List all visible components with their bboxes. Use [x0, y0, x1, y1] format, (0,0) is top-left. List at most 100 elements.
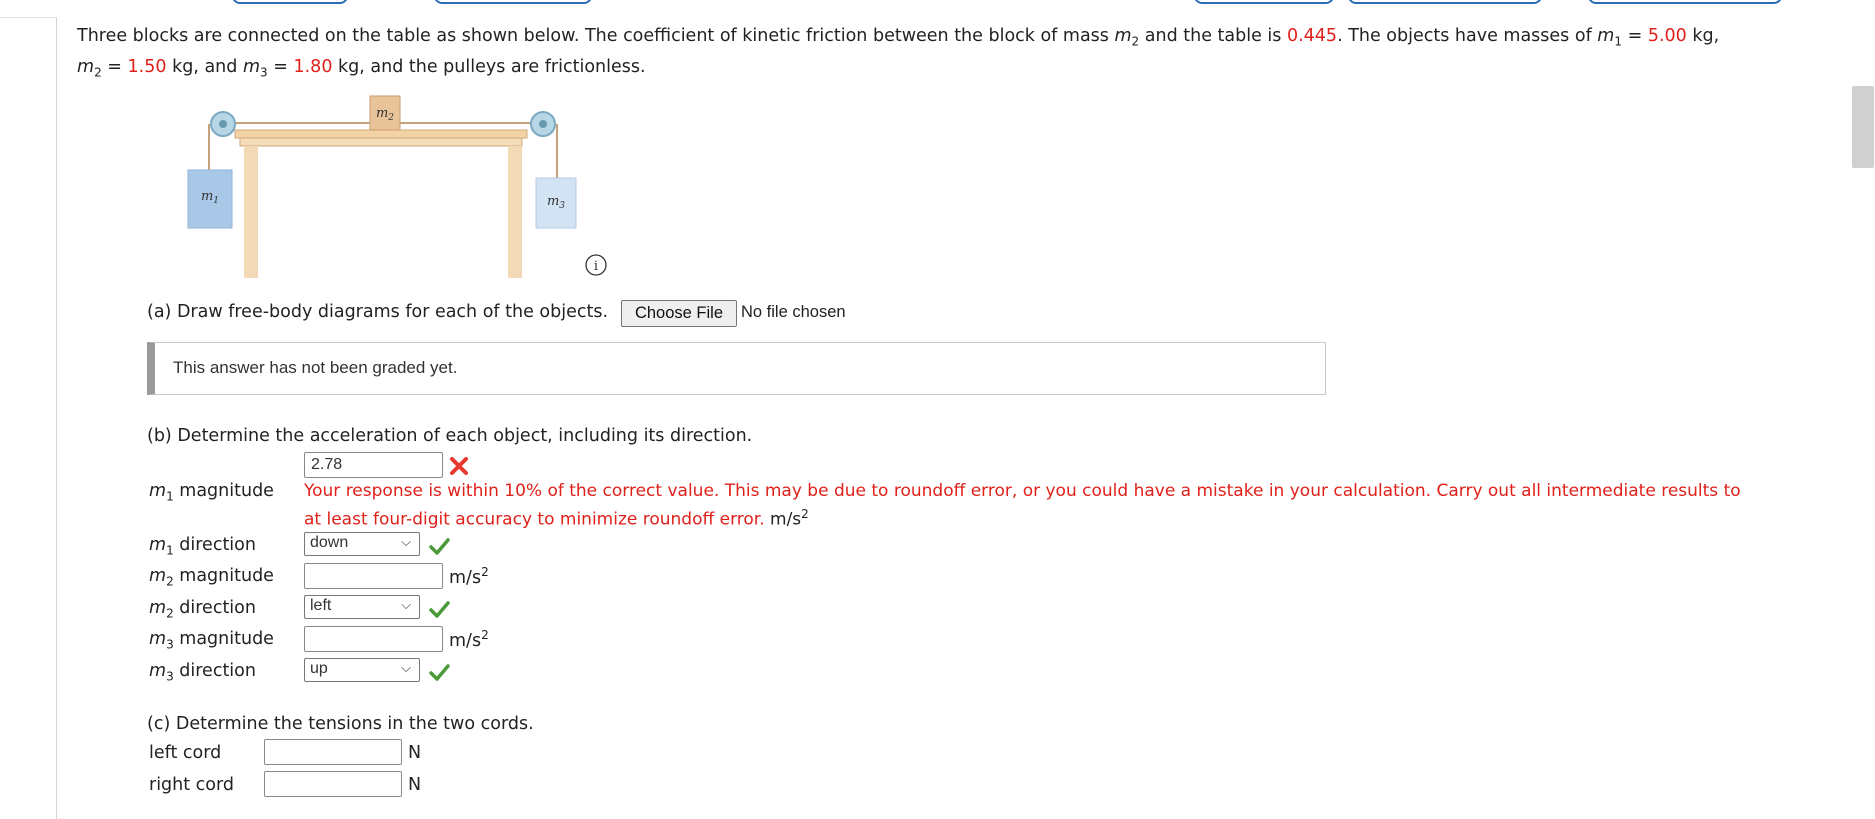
problem-text: . The objects have masses of — [1337, 26, 1598, 46]
label-text: magnitude — [179, 481, 274, 501]
var-m: m — [149, 566, 167, 586]
subscript: 1 — [166, 543, 174, 558]
unit-kg: kg, — [1692, 26, 1720, 46]
right-cord-unit: N — [408, 775, 422, 795]
m1-direction-select[interactable]: down ⌵ — [304, 532, 420, 556]
problem-text: Three blocks are connected on the table … — [77, 26, 1115, 46]
m2-magnitude-input[interactable] — [304, 563, 443, 589]
right-cord-input[interactable] — [264, 771, 402, 797]
file-status: No file chosen — [741, 303, 846, 321]
var-m: m — [77, 57, 95, 77]
left-cord-input[interactable] — [264, 739, 402, 765]
m1-value: 5.00 — [1647, 26, 1687, 46]
feedback-line-1: Your response is within 10% of the corre… — [304, 481, 1741, 501]
subscript: 3 — [166, 637, 174, 652]
var-m: m — [242, 57, 261, 77]
subscript: 3 — [166, 669, 174, 684]
m2-direction-label: m2 direction — [149, 598, 256, 621]
grade-status-box: This answer has not been graded yet. — [147, 342, 1326, 395]
var-m: m — [149, 535, 167, 555]
correct-check-icon — [429, 538, 450, 555]
unit-exponent: 2 — [801, 507, 809, 521]
choose-file-button[interactable]: Choose File — [621, 300, 737, 327]
incorrect-x-icon — [450, 457, 468, 475]
m2-magnitude-label: m2 magnitude — [149, 566, 274, 589]
unit-label: m/s — [449, 567, 482, 588]
equals: = — [273, 57, 288, 77]
m1-magnitude-label: m1 magnitude — [149, 481, 274, 504]
unit-label: m/s — [770, 509, 802, 530]
top-tab-4[interactable] — [1348, 0, 1542, 4]
m2-unit: m/s2 — [449, 565, 489, 588]
right-cord-label: right cord — [149, 775, 235, 795]
select-value: down — [310, 534, 349, 551]
top-strip — [0, 0, 1875, 18]
pulley-figure: m2 m1 m3 — [187, 95, 577, 278]
subscript: 2 — [94, 65, 102, 80]
table-top — [234, 129, 528, 139]
label-text: direction — [179, 661, 256, 681]
unit-exponent: 2 — [481, 565, 489, 579]
m1-magnitude-input[interactable] — [304, 452, 443, 478]
m2-value: 1.50 — [127, 57, 167, 77]
feedback-line-2: at least four-digit accuracy to minimize… — [304, 507, 809, 530]
problem-text: kg, and the pulleys are frictionless. — [338, 57, 646, 77]
label-text: magnitude — [179, 566, 274, 586]
m3-magnitude-input[interactable] — [304, 626, 443, 652]
friction-coefficient: 0.445 — [1286, 26, 1338, 46]
chevron-down-icon: ⌵ — [401, 534, 411, 549]
table-apron — [239, 137, 523, 147]
grade-message: This answer has not been graded yet. — [173, 358, 458, 377]
problem-line-2: m2 = 1.50 kg, and m3 = 1.80 kg, and the … — [77, 57, 646, 80]
problem-text: and the table is — [1139, 26, 1287, 46]
select-value: up — [310, 660, 328, 677]
left-cord-label: left cord — [149, 743, 222, 763]
m3-unit: m/s2 — [449, 628, 489, 651]
label-text: direction — [179, 598, 256, 618]
table-leg-left — [244, 146, 258, 278]
correct-check-icon — [429, 664, 450, 681]
scrollbar-thumb[interactable] — [1852, 86, 1874, 168]
pulley-left-hub — [219, 120, 227, 128]
m3-direction-select[interactable]: up ⌵ — [304, 658, 420, 682]
part-c-prompt: (c) Determine the tensions in the two co… — [147, 714, 534, 734]
var-m: m — [149, 481, 167, 501]
var-m: m — [1114, 26, 1132, 46]
label-text: magnitude — [179, 629, 274, 649]
top-tab-3[interactable] — [1194, 0, 1334, 4]
m3-direction-label: m3 direction — [149, 661, 256, 684]
subscript: 2 — [166, 606, 174, 621]
unit-exponent: 2 — [481, 628, 489, 642]
label-text: direction — [179, 535, 256, 555]
m3-magnitude-label: m3 magnitude — [149, 629, 274, 652]
chevron-down-icon: ⌵ — [401, 660, 411, 675]
svg-text:i: i — [594, 259, 598, 274]
unit-kg-and: kg, and — [172, 57, 238, 77]
top-tab-2[interactable] — [434, 0, 592, 4]
m1-direction-label: m1 direction — [149, 535, 256, 558]
feedback-text: at least four-digit accuracy to minimize… — [304, 509, 765, 530]
problem-line-1: Three blocks are connected on the table … — [77, 26, 1719, 49]
var-m: m — [149, 661, 167, 681]
var-m: m — [149, 629, 167, 649]
subscript: 2 — [166, 574, 174, 589]
pulley-right-hub — [539, 120, 547, 128]
subscript: 1 — [166, 489, 174, 504]
top-tab-1[interactable] — [232, 0, 348, 4]
equals: = — [107, 57, 122, 77]
subscript: 3 — [260, 65, 268, 80]
equals: = — [1627, 26, 1643, 46]
part-a-prompt: (a) Draw free-body diagrams for each of … — [147, 302, 609, 322]
var-m: m — [1597, 26, 1615, 46]
m2-direction-select[interactable]: left ⌵ — [304, 595, 420, 619]
unit-label: m/s — [449, 630, 482, 651]
chevron-down-icon: ⌵ — [401, 597, 411, 612]
info-icon[interactable]: i — [584, 253, 608, 277]
var-m: m — [149, 598, 167, 618]
left-cord-unit: N — [408, 743, 422, 763]
part-b-prompt: (b) Determine the acceleration of each o… — [147, 426, 753, 446]
top-tab-5[interactable] — [1588, 0, 1782, 4]
subscript: 1 — [1614, 34, 1622, 49]
select-value: left — [310, 597, 332, 614]
table-leg-right — [508, 146, 522, 278]
